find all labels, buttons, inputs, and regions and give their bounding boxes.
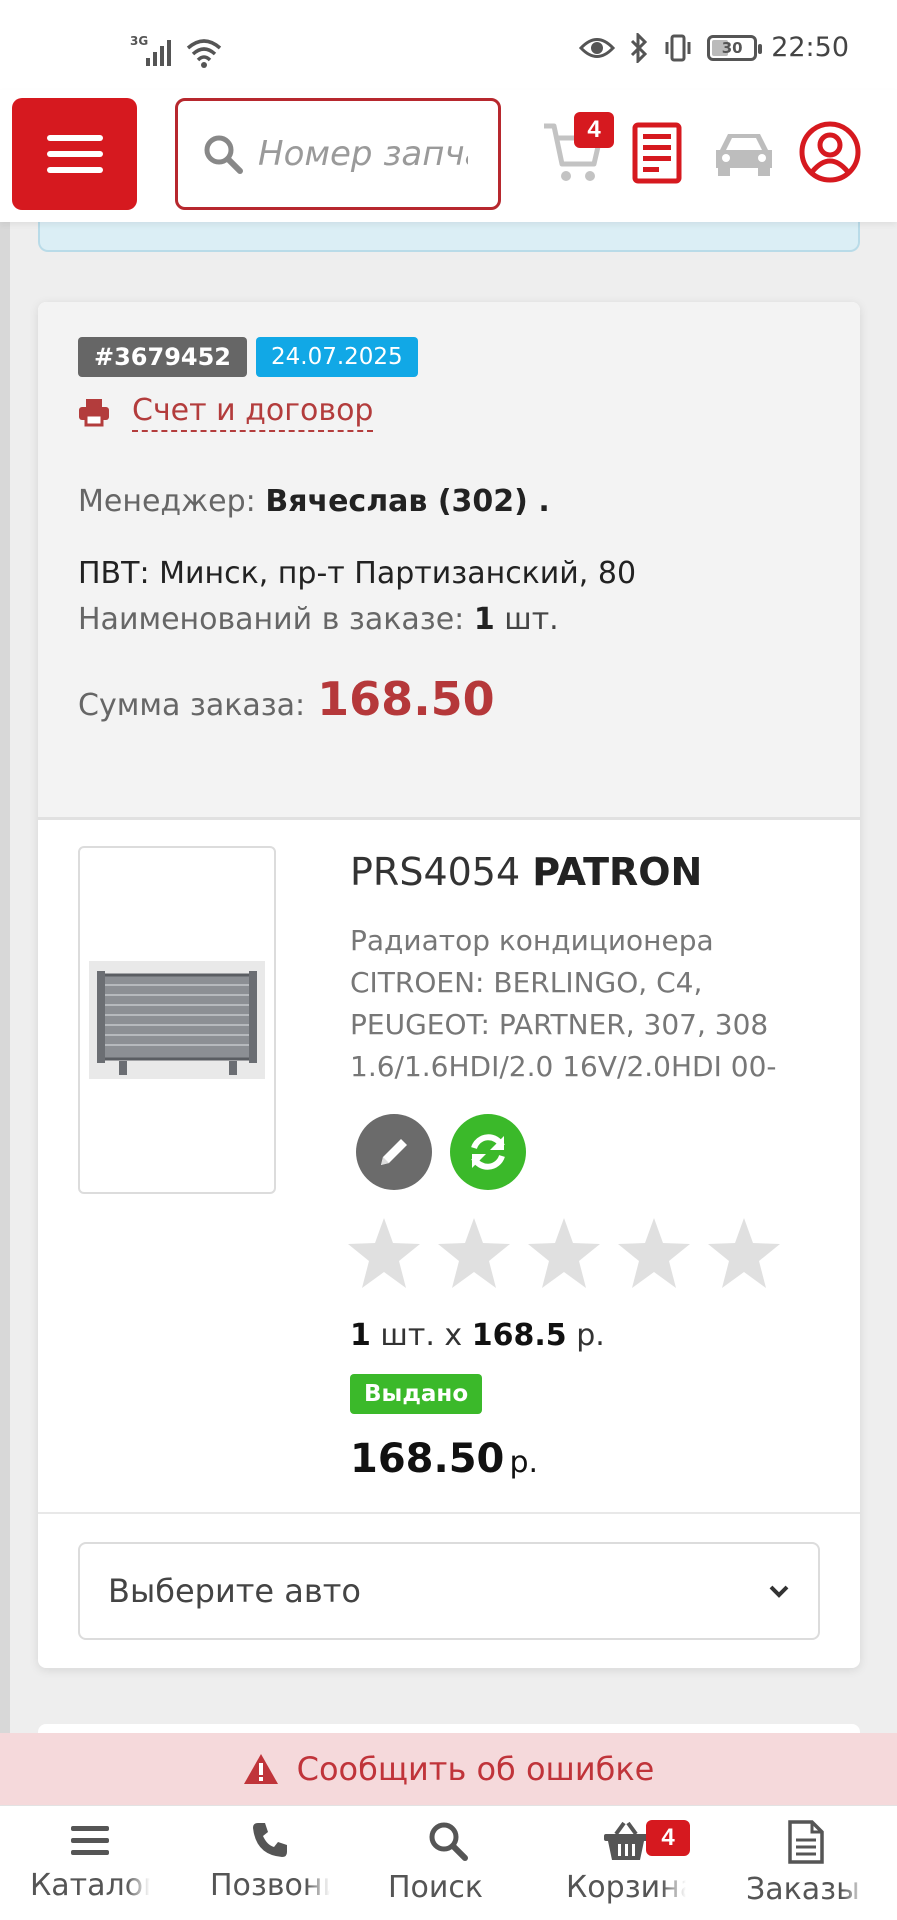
nav-catalog[interactable]: Каталог bbox=[10, 1820, 170, 1903]
side-strip bbox=[0, 90, 10, 1920]
manager-value: Вячеслав (302) . bbox=[265, 484, 550, 519]
signal-indicators: 3G bbox=[130, 34, 224, 68]
edit-button[interactable] bbox=[356, 1114, 432, 1190]
star-icon[interactable] bbox=[526, 1216, 602, 1290]
product-description: Радиатор кондиционера CITROEN: BERLINGO,… bbox=[350, 924, 777, 1083]
refresh-icon bbox=[471, 1134, 505, 1170]
star-icon[interactable] bbox=[436, 1216, 512, 1290]
order-card: #3679452 24.07.2025 Счет и договор Менед… bbox=[38, 302, 860, 1668]
radiator-image bbox=[89, 961, 265, 1079]
phone-icon bbox=[253, 1823, 287, 1857]
product-title[interactable]: PRS4054 PATRON bbox=[350, 850, 702, 894]
order-summary: #3679452 24.07.2025 Счет и договор Менед… bbox=[38, 302, 860, 820]
bluetooth-icon bbox=[631, 32, 648, 63]
quantity-price-line: 1 шт. x 168.5 р. bbox=[350, 1318, 605, 1353]
quantity-unit: шт. x bbox=[380, 1318, 463, 1353]
pencil-icon bbox=[381, 1139, 407, 1165]
divider bbox=[38, 1512, 860, 1514]
cellular-signal-icon: 3G bbox=[130, 34, 171, 66]
bars-icon bbox=[71, 1826, 109, 1855]
status-icons: 30 22:50 bbox=[579, 32, 849, 63]
product-code: PRS4054 bbox=[350, 850, 521, 894]
line-total-value: 168.50 bbox=[350, 1436, 505, 1482]
bottom-nav: Каталог Позвонить Поиск Корзина 4 bbox=[0, 1805, 897, 1920]
manager-line: Менеджер: Вячеслав (302) . bbox=[78, 484, 550, 519]
wifi-icon bbox=[186, 39, 222, 68]
unit-price-currency: р. bbox=[576, 1318, 605, 1353]
printer-icon bbox=[79, 399, 109, 427]
car-select-dropdown[interactable]: Выберите авто bbox=[78, 1542, 820, 1640]
order-date-badge: 24.07.2025 bbox=[256, 337, 418, 377]
clock: 22:50 bbox=[771, 32, 849, 63]
menu-button[interactable] bbox=[12, 98, 137, 210]
top-header: 4 bbox=[0, 90, 897, 222]
cart-count-badge: 4 bbox=[574, 112, 614, 148]
battery-icon: 30 bbox=[707, 34, 763, 61]
nav-cart[interactable]: Корзина 4 bbox=[546, 1820, 706, 1905]
garage-car-icon[interactable] bbox=[712, 128, 776, 178]
order-sum-value: 168.50 bbox=[317, 672, 495, 726]
nav-call[interactable]: Позвонить bbox=[190, 1820, 350, 1903]
pickup-point: ПВТ: Минск, пр-т Партизанский, 80 bbox=[78, 556, 637, 591]
search-box[interactable] bbox=[175, 98, 501, 210]
nav-label: Поиск bbox=[388, 1870, 484, 1905]
product-image[interactable] bbox=[78, 846, 276, 1194]
chevron-down-icon bbox=[769, 1585, 789, 1598]
items-count-line: Наименований в заказе: 1 шт. bbox=[78, 602, 559, 637]
warning-icon bbox=[243, 1754, 278, 1784]
status-bar: 3G 30 22:50 bbox=[0, 0, 897, 100]
vibrate-icon bbox=[665, 34, 691, 61]
star-icon[interactable] bbox=[346, 1216, 422, 1290]
status-badge: Выдано bbox=[350, 1374, 483, 1414]
nav-label: Корзина bbox=[566, 1870, 686, 1905]
unit-price: 168.5 bbox=[471, 1318, 567, 1353]
items-count-label: Наименований в заказе: bbox=[78, 602, 465, 637]
nav-label: Позвонить bbox=[210, 1868, 330, 1903]
battery-level: 30 bbox=[721, 38, 743, 57]
eye-icon bbox=[579, 37, 616, 58]
nav-search[interactable]: Поиск bbox=[368, 1820, 528, 1905]
invoice-link-text[interactable]: Счет и договор bbox=[132, 392, 374, 432]
replace-button[interactable] bbox=[450, 1114, 526, 1190]
search-icon bbox=[429, 1822, 468, 1861]
manager-label: Менеджер: bbox=[78, 484, 256, 519]
product-brand: PATRON bbox=[532, 850, 703, 894]
search-input[interactable] bbox=[258, 134, 468, 174]
line-total-currency: р. bbox=[509, 1445, 539, 1480]
price-list-icon[interactable] bbox=[632, 122, 682, 184]
network-type: 3G bbox=[130, 34, 148, 48]
user-account-icon[interactable] bbox=[798, 120, 862, 184]
basket-icon bbox=[604, 1821, 648, 1860]
rating-stars[interactable] bbox=[346, 1216, 782, 1290]
report-error-bar[interactable]: Сообщить об ошибке bbox=[0, 1733, 897, 1805]
search-icon bbox=[204, 135, 243, 174]
quantity-value: 1 bbox=[350, 1318, 371, 1353]
hamburger-icon bbox=[46, 135, 103, 141]
items-count-value: 1 bbox=[473, 602, 495, 637]
order-id-badge: #3679452 bbox=[78, 337, 248, 377]
document-icon bbox=[788, 1820, 824, 1864]
nav-label: Каталог bbox=[30, 1868, 150, 1903]
nav-orders[interactable]: Заказы bbox=[726, 1820, 886, 1907]
cart-count-badge: 4 bbox=[646, 1820, 690, 1856]
items-count-unit: шт. bbox=[504, 602, 559, 637]
star-icon[interactable] bbox=[616, 1216, 692, 1290]
line-total: 168.50 р. bbox=[350, 1436, 538, 1482]
car-select-placeholder: Выберите авто bbox=[108, 1572, 361, 1610]
order-sum-line: Сумма заказа: 168.50 bbox=[78, 672, 495, 726]
report-error-text[interactable]: Сообщить об ошибке bbox=[297, 1750, 655, 1788]
order-sum-label: Сумма заказа: bbox=[78, 688, 306, 723]
invoice-link[interactable]: Счет и договор bbox=[78, 392, 374, 432]
nav-label: Заказы bbox=[746, 1872, 860, 1907]
star-icon[interactable] bbox=[706, 1216, 782, 1290]
